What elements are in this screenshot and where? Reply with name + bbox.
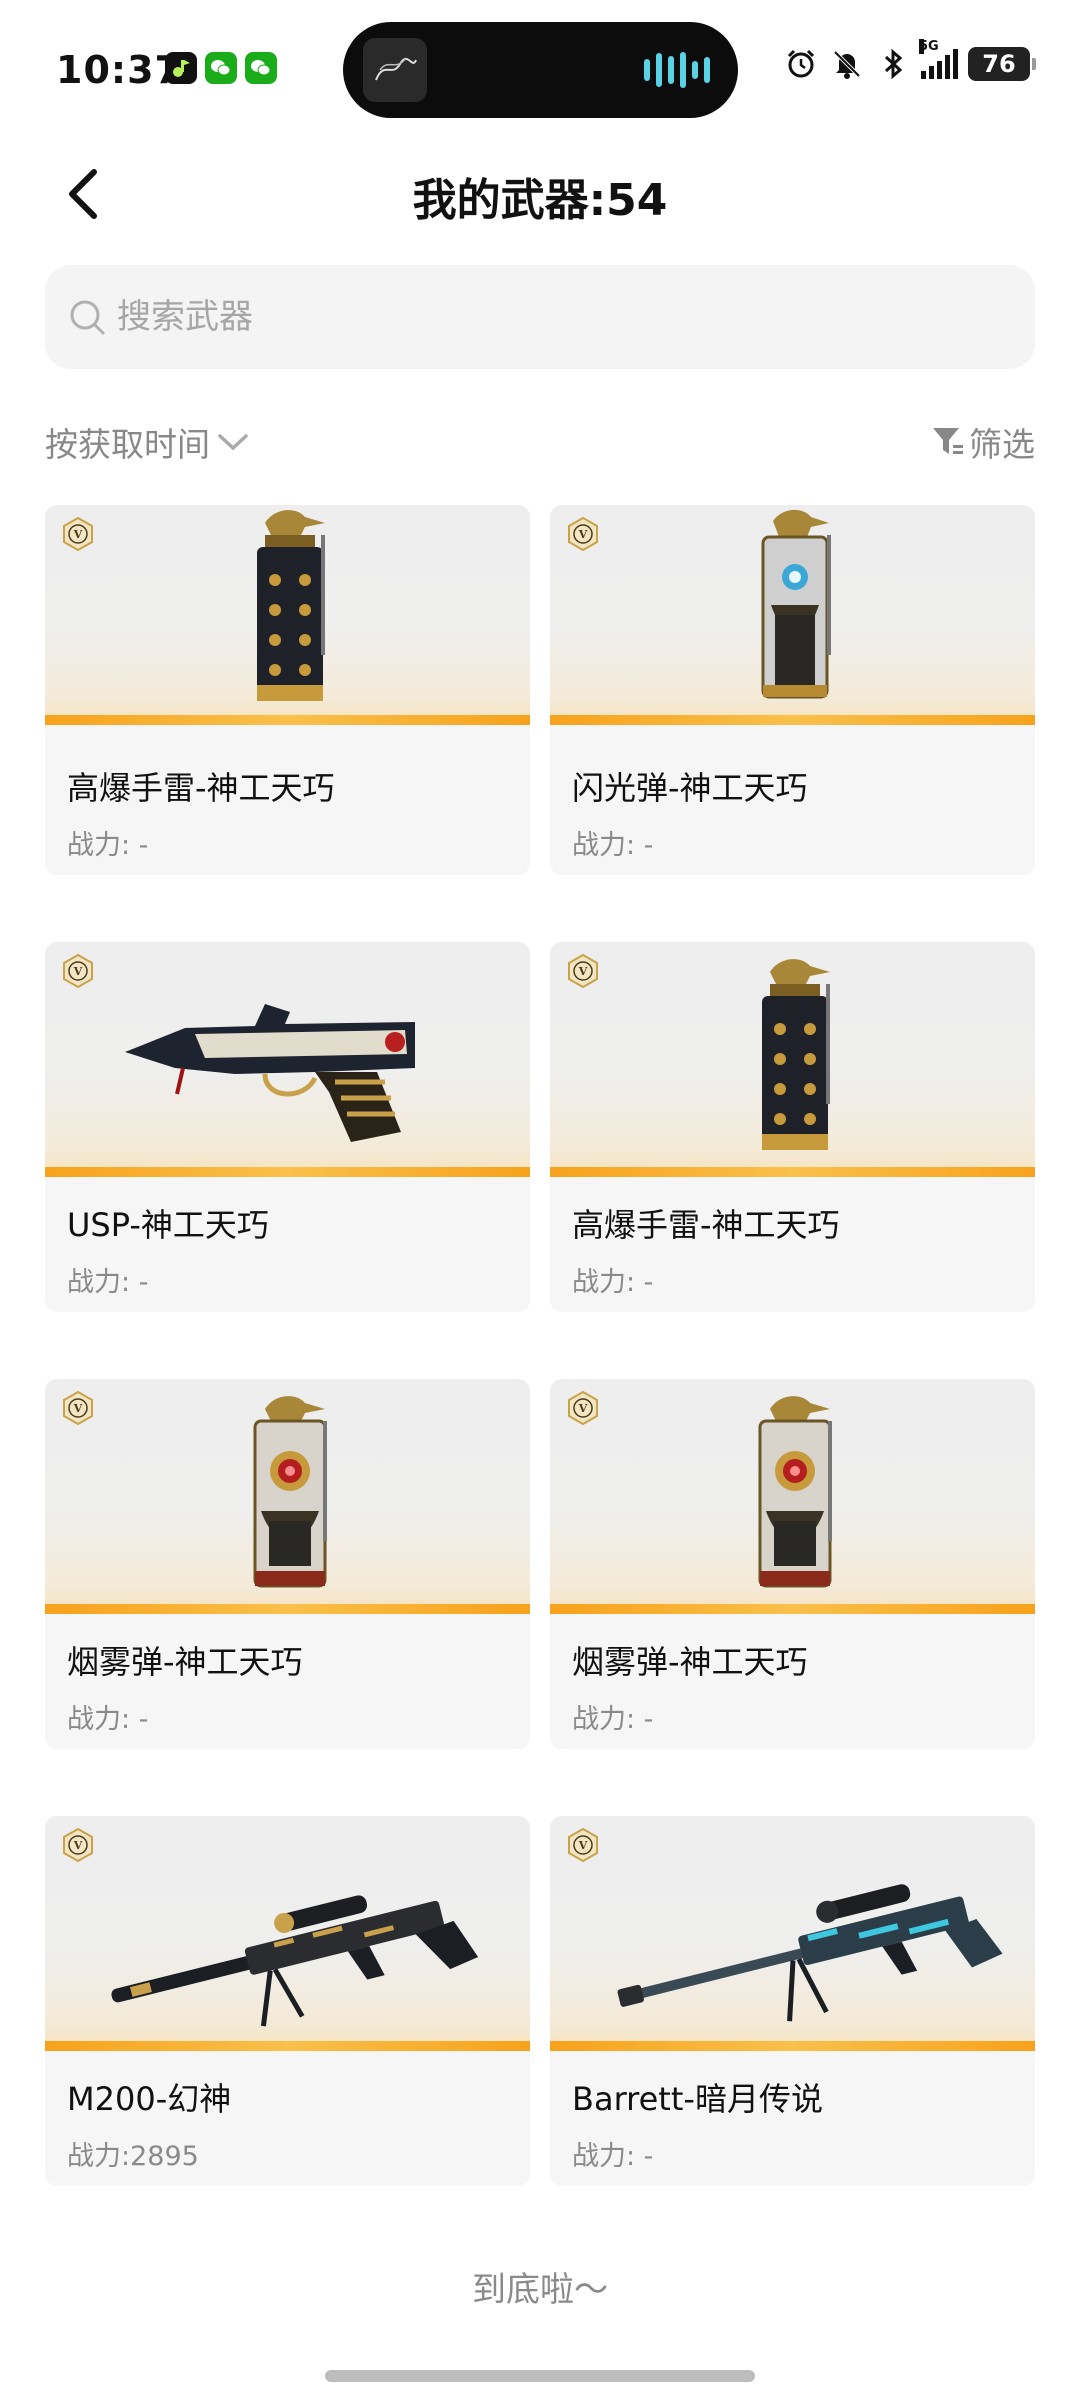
home-indicator[interactable] — [325, 2370, 755, 2382]
bluetooth-icon — [875, 46, 911, 82]
signal-icon: 5G — [919, 39, 958, 79]
svg-text:V: V — [73, 965, 83, 978]
svg-text:V: V — [73, 1402, 83, 1415]
alarm-icon — [783, 46, 819, 82]
weapon-power: 战力: - — [572, 2141, 654, 2172]
weapon-power: 战力: - — [67, 1267, 149, 1298]
status-right: 5G 76 — [783, 39, 1036, 82]
weapon-power: 战力: - — [572, 1704, 654, 1735]
wechat-icon — [245, 52, 277, 84]
nav-bar: 我的武器:54 — [0, 140, 1080, 250]
search-input[interactable] — [117, 297, 1017, 337]
svg-text:V: V — [578, 1839, 588, 1852]
vip-badge-icon: V — [63, 517, 93, 551]
wechat-icon — [205, 52, 237, 84]
weapon-name: 高爆手雷-神工天巧 — [67, 769, 335, 807]
status-bar: 10:37 5G 76 — [0, 0, 1080, 130]
weapon-image: V — [550, 1816, 1035, 2051]
weapon-power: 战力: - — [67, 830, 149, 861]
sniper-rifle-icon — [617, 1884, 1003, 2022]
pistol-icon — [125, 1004, 415, 1142]
vip-badge-icon: V — [63, 1828, 93, 1862]
weapon-card[interactable]: V 闪光弹-神工天巧 战力: - — [550, 505, 1035, 875]
weapon-image: V — [45, 505, 530, 725]
page-title: 我的武器:54 — [412, 175, 668, 226]
weapon-card[interactable]: V Barrett-暗月传说 战力: - — [550, 1816, 1035, 2186]
svg-text:V: V — [73, 528, 83, 541]
filter-label: 筛选 — [969, 425, 1035, 464]
search-icon — [70, 300, 105, 335]
status-time: 10:37 — [56, 48, 182, 92]
chevron-down-icon — [218, 434, 248, 451]
vip-badge-icon: V — [63, 1391, 93, 1425]
weapon-card[interactable]: V M200-幻神 战力:2895 — [45, 1816, 530, 2186]
filter-button[interactable]: 筛选 — [931, 418, 1035, 466]
weapon-image: V — [550, 942, 1035, 1177]
music-app-icon — [165, 52, 197, 84]
vip-badge-icon: V — [568, 517, 598, 551]
smoke-grenade-icon — [253, 1396, 327, 1588]
weapon-image: V — [45, 942, 530, 1177]
dynamic-island[interactable] — [343, 22, 738, 118]
mute-icon — [829, 46, 865, 82]
weapon-name: M200-幻神 — [67, 2080, 232, 2118]
weapon-name: USP-神工天巧 — [67, 1206, 269, 1244]
vip-badge-icon: V — [63, 954, 93, 988]
vip-badge-icon: V — [568, 954, 598, 988]
vip-badge-icon: V — [568, 1828, 598, 1862]
vip-badge-icon: V — [568, 1391, 598, 1425]
grenade-icon — [257, 510, 325, 701]
weapon-image: V — [550, 1379, 1035, 1614]
weapon-image: V — [550, 505, 1035, 725]
audio-wave-icon — [644, 52, 710, 88]
filter-icon — [933, 428, 963, 454]
sort-label: 按获取时间 — [45, 425, 210, 464]
svg-text:V: V — [578, 528, 588, 541]
weapon-name: Barrett-暗月传说 — [572, 2080, 823, 2118]
notification-icons — [165, 52, 277, 84]
battery-icon: 76 — [968, 47, 1036, 81]
weapon-power: 战力: - — [572, 830, 654, 861]
weapon-power: 战力: - — [67, 1704, 149, 1735]
weapon-name: 高爆手雷-神工天巧 — [572, 1206, 840, 1244]
weapon-card[interactable]: V 烟雾弹-神工天巧 战力: - — [45, 1379, 530, 1749]
album-art-icon — [363, 38, 427, 102]
weapon-power: 战力: - — [572, 1267, 654, 1298]
grenade-icon — [762, 959, 830, 1150]
sort-dropdown[interactable]: 按获取时间 — [45, 418, 250, 466]
sort-filter-row: 按获取时间 筛选 — [45, 410, 1035, 470]
weapon-image: V — [45, 1379, 530, 1614]
sniper-rifle-icon — [111, 1895, 479, 2027]
weapon-name: 烟雾弹-神工天巧 — [67, 1643, 303, 1681]
end-of-list-text: 到底啦～ — [472, 2270, 608, 2310]
search-bar[interactable] — [45, 265, 1035, 369]
flashbang-icon — [761, 509, 831, 699]
weapon-card[interactable]: V 高爆手雷-神工天巧 战力: - — [45, 505, 530, 875]
weapon-name: 闪光弹-神工天巧 — [572, 769, 808, 807]
svg-text:V: V — [578, 1402, 588, 1415]
weapon-image: V — [45, 1816, 530, 2051]
svg-text:V: V — [73, 1839, 83, 1852]
weapon-card[interactable]: V 烟雾弹-神工天巧 战力: - — [550, 1379, 1035, 1749]
weapon-card[interactable]: V USP-神工天巧 战力: - — [45, 942, 530, 1312]
smoke-grenade-icon — [758, 1396, 832, 1588]
weapon-card[interactable]: V 高爆手雷-神工天巧 战力: - — [550, 942, 1035, 1312]
weapon-power: 战力:2895 — [67, 2141, 199, 2172]
svg-text:V: V — [578, 965, 588, 978]
weapon-name: 烟雾弹-神工天巧 — [572, 1643, 808, 1681]
